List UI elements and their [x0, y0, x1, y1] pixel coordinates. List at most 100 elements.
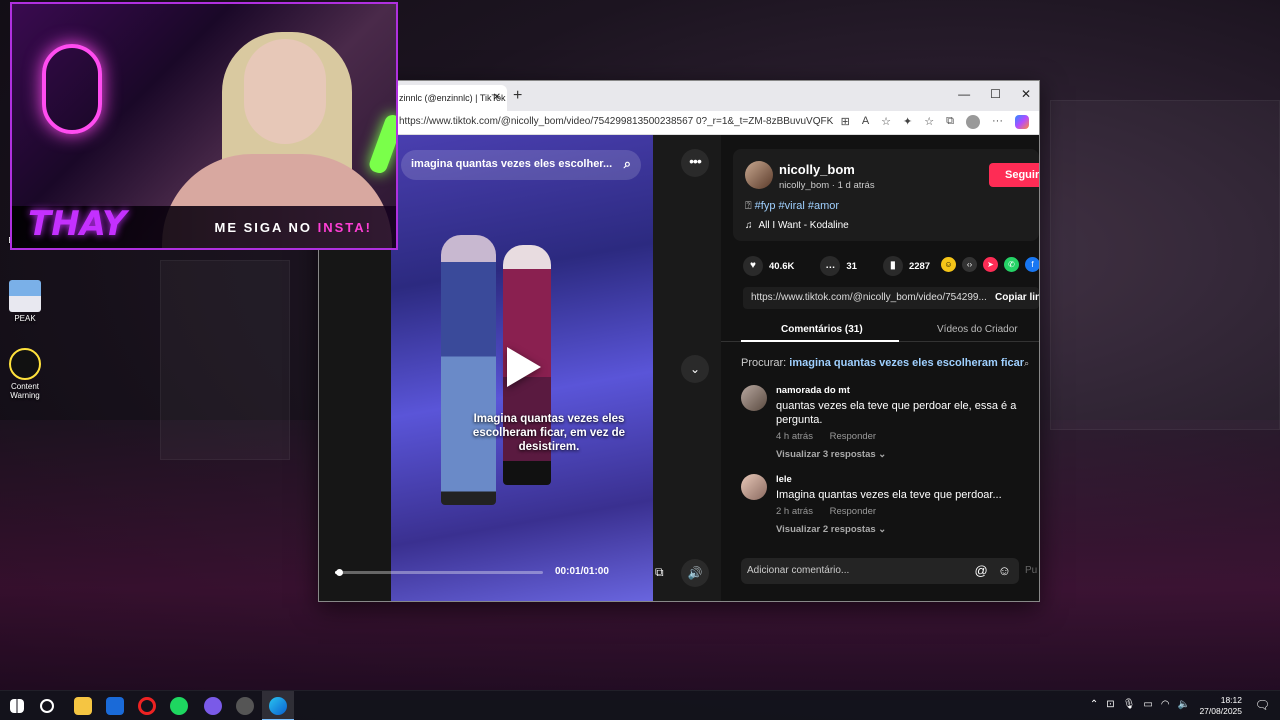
collections-icon[interactable]: ⧉ [946, 115, 954, 129]
clock-time: 18:12 [1220, 695, 1242, 705]
app-icon[interactable] [204, 697, 222, 715]
author-name[interactable]: nicolly_bom [779, 162, 855, 177]
reply-button[interactable]: Responder [830, 506, 876, 517]
read-aloud-icon[interactable]: A [862, 115, 869, 129]
share-icons: ☺ ‹› ➤ ✆ f [941, 257, 1039, 272]
microphone-icon[interactable]: 🎙 [1123, 699, 1136, 710]
video-figure [441, 235, 496, 505]
comment-meta: 2 h atrás Responder [776, 506, 890, 517]
volume-icon[interactable]: 🔈 [1178, 699, 1190, 710]
extensions-icon[interactable]: ✦ [903, 115, 912, 129]
file-explorer-icon[interactable] [74, 697, 92, 715]
search-icon[interactable]: ⌕ [624, 156, 631, 172]
comments-count: 31 [846, 260, 857, 272]
clock[interactable]: 18:12 27/08/2025 [1199, 695, 1242, 717]
emoji-icon[interactable]: ☺ [998, 563, 1011, 578]
more-options-icon[interactable]: ••• [681, 149, 709, 177]
comment-user[interactable]: lele [776, 474, 792, 485]
related-search[interactable]: Procurar: imagina quantas vezes eles esc… [741, 357, 1029, 369]
desktop-icon-content-warning[interactable]: Content Warning [0, 348, 50, 400]
maximize-icon[interactable]: ☐ [990, 87, 1001, 101]
edge-icon[interactable] [269, 697, 287, 715]
monitor-icon[interactable]: ▭ [1143, 699, 1152, 710]
tab-comments[interactable]: Comentários (31) [781, 324, 863, 335]
wifi-icon[interactable]: ◠ [1161, 699, 1170, 710]
app-icon[interactable] [236, 697, 254, 715]
profile-avatar-icon[interactable] [966, 115, 980, 129]
send-icon[interactable]: ➤ [983, 257, 998, 272]
app-a-icon[interactable] [106, 697, 124, 715]
comment-item: lele Imagina quantas vezes ela teve que … [741, 474, 1031, 544]
more-icon[interactable]: ··· [992, 115, 1003, 129]
post-tags: ⍰ #fyp #viral #amor [745, 200, 839, 213]
neon-sign [42, 44, 102, 134]
notification-icon[interactable]: 🗨 [1255, 698, 1270, 712]
comment-time: 4 h atrás [776, 431, 813, 442]
comment-time: 2 h atrás [776, 506, 813, 517]
comment-text: Imagina quantas vezes ela teve que perdo… [776, 489, 1002, 501]
network-icon[interactable]: ⊡ [1106, 699, 1114, 710]
eye-icon [9, 348, 41, 380]
volume-icon[interactable]: 🔊 [681, 559, 709, 587]
video-progress-bar[interactable] [335, 569, 543, 576]
add-comment-icons: @ ☺ [975, 563, 1011, 578]
active-tab-underline [741, 340, 899, 342]
comment-avatar[interactable] [741, 385, 767, 411]
spotify-icon[interactable] [170, 697, 188, 715]
mention-icon[interactable]: @ [975, 563, 988, 578]
follow-highlight: INSTA! [317, 220, 372, 235]
favorites-icon[interactable]: ☆ [924, 115, 934, 129]
clock-date: 27/08/2025 [1199, 706, 1242, 716]
copy-link-button[interactable]: Copiar lin [995, 292, 1039, 303]
search-icon[interactable]: ⌕ [1024, 358, 1029, 368]
add-comment-input[interactable]: Adicionar comentário... @ ☺ [741, 558, 1019, 584]
view-replies-button[interactable]: Visualizar 3 respostas ⌄ [776, 449, 886, 460]
comment-user[interactable]: namorada do mt [776, 385, 850, 396]
tab-creator-videos[interactable]: Vídeos do Criador [937, 324, 1018, 335]
windows-start-icon[interactable] [10, 699, 24, 713]
whatsapp-icon[interactable]: ✆ [1004, 257, 1019, 272]
minimize-icon[interactable]: — [958, 87, 970, 101]
favorite-star-icon[interactable]: ☆ [881, 115, 891, 129]
browser-tab[interactable]: zinnlc (@enzinnlc) | TikTok ✕ [395, 85, 507, 111]
friends-share-icon[interactable]: ☺ [941, 257, 956, 272]
hashtags[interactable]: #fyp #viral #amor [755, 200, 839, 212]
search-query[interactable]: imagina quantas vezes eles escolheram fi… [789, 357, 1024, 369]
music-line[interactable]: ♫ All I Want - Kodaline [745, 220, 849, 231]
play-icon[interactable] [507, 347, 541, 387]
address-bar[interactable]: https://www.tiktok.com/@nicolly_bom/vide… [319, 111, 1039, 135]
desktop-icon-peak[interactable]: PEAK [0, 280, 50, 323]
window-controls: — ☐ ✕ [958, 87, 1031, 101]
video-search-text: imagina quantas vezes eles escolher... [411, 158, 613, 170]
facebook-icon[interactable]: f [1025, 257, 1039, 272]
webcam-overlay: THAY ME SIGA NO INSTA! [10, 2, 398, 250]
unknown-glyph-icon: ⍰ [745, 200, 755, 212]
likes-count: 40.6K [769, 260, 795, 272]
video-caption: Imagina quantas vezes eles escolheram fi… [472, 413, 626, 453]
chevron-down-icon[interactable]: ⌄ [681, 355, 709, 383]
post-comment-button[interactable]: Pu [1025, 565, 1037, 576]
picture-in-picture-icon[interactable]: ⧉ [655, 565, 664, 580]
follow-button[interactable]: Seguir [989, 163, 1039, 187]
copilot-icon[interactable] [1015, 115, 1029, 129]
close-window-icon[interactable]: ✕ [1021, 87, 1031, 101]
app-icon[interactable]: ⊞ [841, 115, 850, 129]
close-tab-icon[interactable]: ✕ [493, 92, 501, 103]
opera-icon[interactable] [138, 697, 156, 715]
bookmark-icon[interactable]: ▮ [882, 256, 903, 276]
chevron-up-icon[interactable]: ⌃ [1090, 699, 1098, 710]
reply-button[interactable]: Responder [830, 431, 876, 442]
tiktok-page: imagina quantas vezes eles escolher... ⌕… [319, 135, 1039, 601]
heart-icon[interactable]: ♥ [743, 256, 763, 276]
author-card: nicolly_bom nicolly_bom · 1 d atrás Segu… [733, 149, 1039, 241]
comment-avatar[interactable] [741, 474, 767, 500]
url-text[interactable]: https://www.tiktok.com/@nicolly_bom/vide… [399, 116, 833, 127]
music-note-icon: ♫ [745, 220, 753, 231]
comment-icon[interactable]: … [820, 256, 841, 276]
video-search-bar[interactable]: imagina quantas vezes eles escolher... ⌕ [401, 150, 641, 180]
embed-icon[interactable]: ‹› [962, 257, 977, 272]
view-replies-button[interactable]: Visualizar 2 respostas ⌄ [776, 524, 886, 535]
author-avatar[interactable] [745, 161, 773, 189]
new-tab-icon[interactable]: + [513, 87, 522, 105]
search-icon[interactable] [40, 699, 54, 713]
